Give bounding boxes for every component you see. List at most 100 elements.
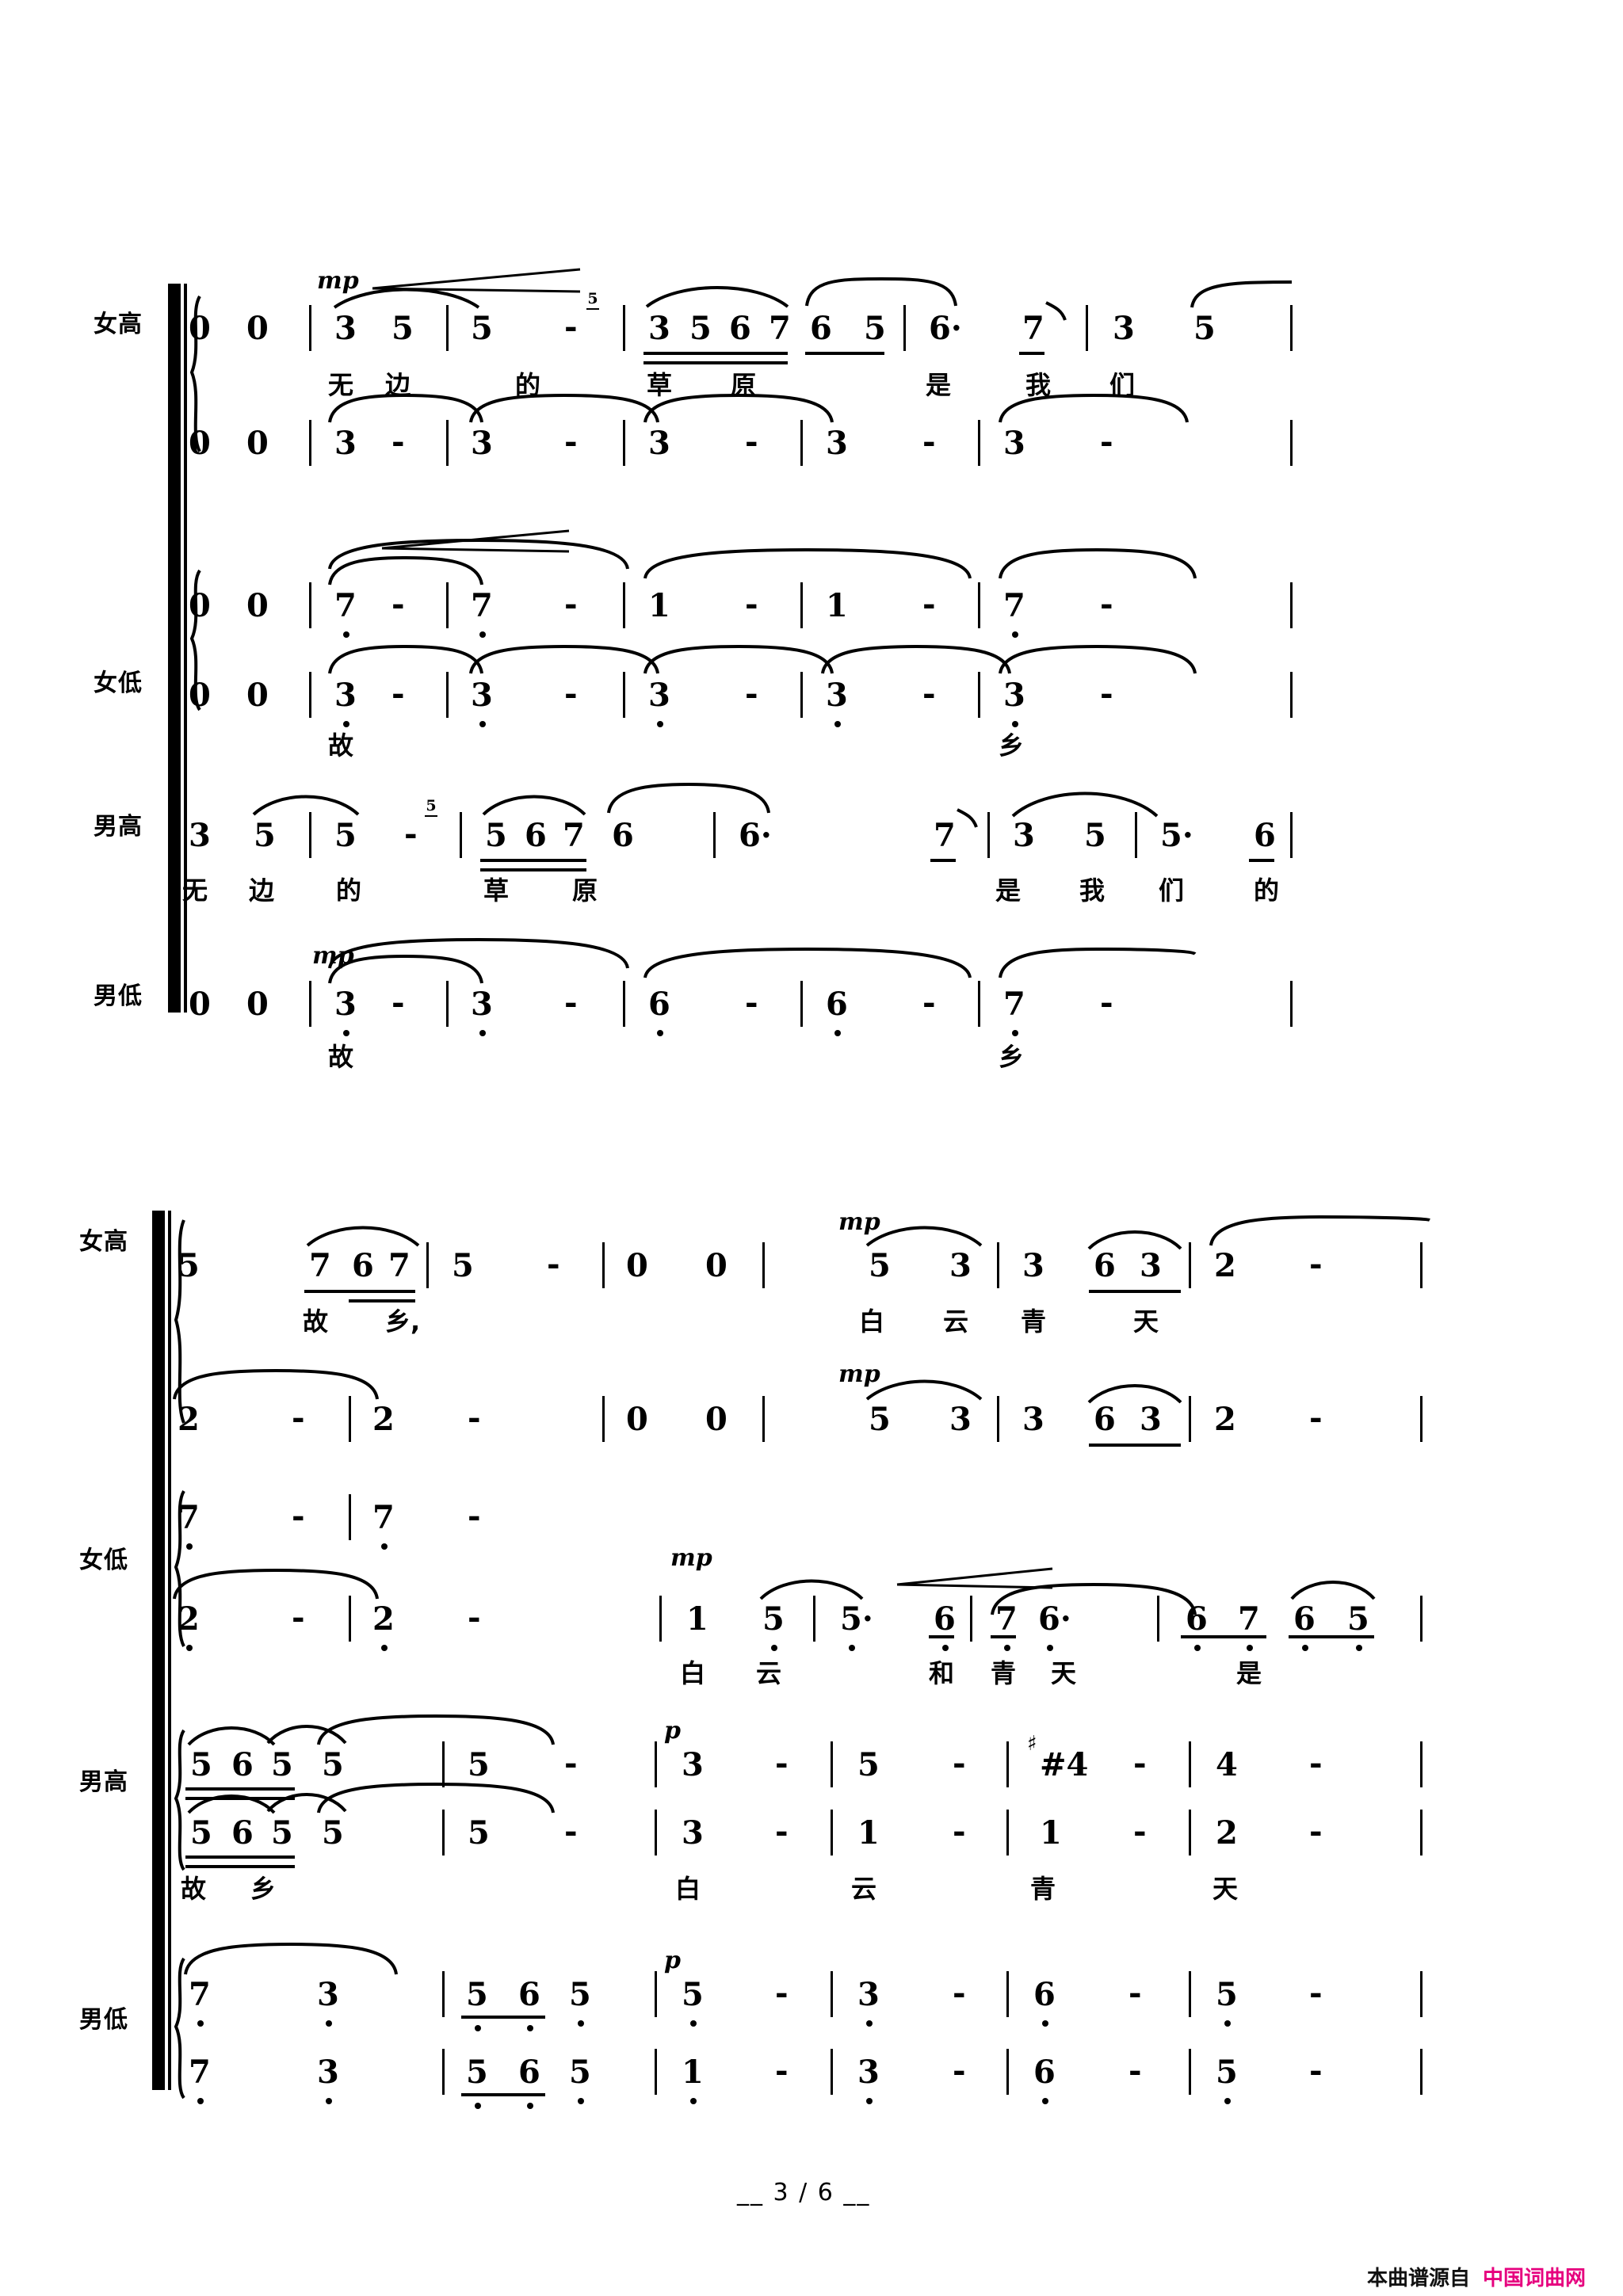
watermark-site[interactable]: 中国词曲网 xyxy=(1483,2267,1586,2290)
note: 2 xyxy=(372,1401,395,1438)
note: 3 xyxy=(317,1976,339,2013)
slur xyxy=(1289,1575,1377,1602)
page-number: __ 3 / 6 __ xyxy=(737,2179,871,2206)
barline xyxy=(349,1396,351,1442)
octave-dot-low xyxy=(186,1645,193,1651)
barline xyxy=(1006,2049,1009,2095)
octave-dot-low xyxy=(1247,1645,1253,1651)
note: 0 xyxy=(705,1401,727,1438)
voice-label-bass: 男低 xyxy=(79,2006,128,2034)
barline xyxy=(1189,1242,1191,1288)
beam-8th xyxy=(461,2016,545,2019)
octave-dot-low xyxy=(1004,1645,1010,1651)
lyric-syllable: 云 xyxy=(943,1306,969,1337)
tie-long xyxy=(991,1581,1197,1616)
barline xyxy=(762,1396,765,1442)
barline xyxy=(1189,1810,1191,1855)
note: 5 xyxy=(468,1746,490,1783)
note: 3 xyxy=(682,1746,704,1783)
note: - xyxy=(1133,1745,1147,1782)
watermark-prefix: 本曲谱源自 xyxy=(1367,2267,1471,2290)
note: 2 xyxy=(178,1600,200,1638)
note: - xyxy=(1128,2052,1142,2089)
note: 5 xyxy=(178,1247,200,1284)
beam-8th xyxy=(1089,1290,1181,1293)
note: - xyxy=(564,1745,578,1782)
barline xyxy=(1420,1396,1423,1442)
octave-dot-low xyxy=(1356,1645,1362,1651)
lyric-syllable: 青 xyxy=(991,1658,1017,1688)
note: 6 xyxy=(231,1746,254,1783)
note: 0 xyxy=(626,1401,648,1438)
beam-8th xyxy=(1089,1444,1181,1447)
sharp-accidental-icon: ♯ xyxy=(1027,1732,1037,1756)
note: - xyxy=(468,1399,481,1436)
beam-16th xyxy=(185,1865,295,1868)
octave-dot-low xyxy=(1047,1645,1053,1651)
barline xyxy=(1189,1396,1191,1442)
note: 5 xyxy=(466,2054,488,2091)
octave-dot-low xyxy=(475,2025,481,2031)
note: 6 xyxy=(934,1600,956,1638)
lyric-syllable: 白 xyxy=(675,1874,701,1904)
note: 5 xyxy=(857,1746,880,1783)
note: - xyxy=(1309,1245,1323,1283)
octave-dot-low xyxy=(1194,1645,1201,1651)
note: 5 xyxy=(190,1814,212,1852)
note: 1 xyxy=(686,1600,708,1638)
note: 5 xyxy=(1216,1976,1238,2013)
note: 5 xyxy=(466,1976,488,2013)
barline xyxy=(1189,1741,1191,1787)
slur xyxy=(864,1374,984,1402)
note: - xyxy=(292,1599,305,1636)
lyric-syllable: 乡, xyxy=(385,1306,421,1337)
note: - xyxy=(292,1497,305,1535)
beam-8th xyxy=(1289,1635,1374,1638)
lyric-syllable: 故 xyxy=(303,1306,329,1337)
note: - xyxy=(953,1745,966,1782)
slur xyxy=(304,1220,422,1249)
note: 5 xyxy=(1347,1600,1369,1638)
note: 6 xyxy=(1094,1401,1116,1438)
note: 3 xyxy=(949,1401,972,1438)
octave-dot-low xyxy=(1042,2098,1048,2104)
octave-dot-low xyxy=(527,2103,533,2109)
octave-dot-low xyxy=(690,2098,697,2104)
slur xyxy=(185,1789,277,1816)
barline xyxy=(831,1971,833,2017)
tie xyxy=(173,1367,379,1401)
lyric-syllable: 云 xyxy=(756,1658,782,1688)
lyric-syllable: 故 xyxy=(181,1874,207,1904)
octave-dot-low xyxy=(186,1543,193,1550)
octave-dot-low xyxy=(197,2098,204,2104)
lyric-syllable: 云 xyxy=(851,1874,877,1904)
beam-8th xyxy=(929,1635,954,1638)
note: 7 xyxy=(309,1247,331,1284)
note: 0 xyxy=(626,1247,648,1284)
note: 3 xyxy=(857,2054,880,2091)
note: 5 xyxy=(452,1247,474,1284)
note: 3 xyxy=(1022,1247,1044,1284)
octave-dot-low xyxy=(1224,2020,1231,2027)
note: 5 xyxy=(569,1976,591,2013)
slur xyxy=(758,1573,865,1602)
octave-dot-low xyxy=(381,1543,388,1550)
note: 2 xyxy=(372,1600,395,1638)
barline xyxy=(1420,2049,1423,2095)
beam-16th xyxy=(349,1299,415,1302)
system-2: 女高 女低 男高 男低 mp 5 7 6 7 5 - 0 0 5 3 3 6 3… xyxy=(0,0,1623,2139)
octave-dot-low xyxy=(866,2020,873,2027)
note: 3 xyxy=(1022,1401,1044,1438)
note: - xyxy=(1309,1399,1323,1436)
barline xyxy=(659,1596,662,1642)
barline xyxy=(602,1242,605,1288)
octave-dot-low xyxy=(1042,2020,1048,2027)
note: - xyxy=(1309,1813,1323,1850)
lyric-syllable: 白 xyxy=(859,1306,885,1337)
tie xyxy=(1209,1214,1431,1247)
barline xyxy=(442,1971,445,2017)
note: 5 xyxy=(762,1600,785,1638)
note: 5 xyxy=(322,1746,344,1783)
note: - xyxy=(1309,1974,1323,2012)
note: 7 xyxy=(189,1976,211,2013)
